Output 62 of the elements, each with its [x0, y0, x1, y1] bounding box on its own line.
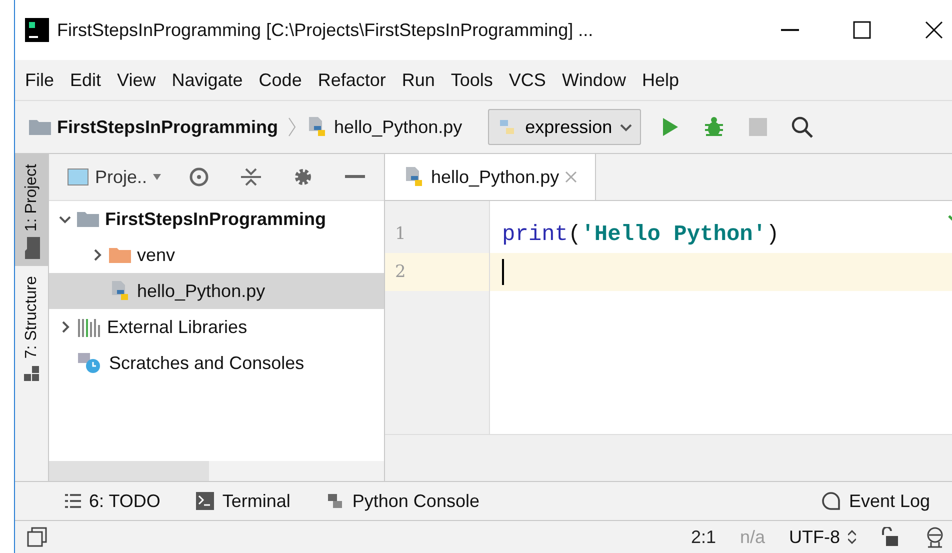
run-config-dropdown[interactable]: expression [488, 109, 642, 145]
menu-item[interactable]: Tools [442, 70, 501, 90]
breadcrumb[interactable]: FirstStepsInProgramming [25, 116, 282, 138]
play-icon[interactable] [661, 117, 680, 137]
collapse-icon[interactable] [241, 167, 262, 187]
encoding-selector[interactable]: UTF-8 [789, 526, 856, 548]
menu-item[interactable]: Refactor [310, 70, 394, 90]
scratch-console-icon [77, 352, 103, 374]
app-logo-icon [25, 18, 49, 42]
code-line: print('Hello Python') [501, 220, 780, 248]
menu-item[interactable]: Code [250, 70, 310, 90]
menu-item[interactable]: VCS [500, 70, 554, 90]
chevron-separator-icon [288, 117, 296, 137]
text-cursor [502, 259, 504, 285]
line-number: 1 [394, 223, 407, 246]
scrollbar-thumb[interactable] [49, 461, 209, 481]
breadcrumb[interactable]: hello_Python.py [302, 116, 466, 138]
menu-item[interactable]: Help [634, 70, 687, 90]
tree-item[interactable]: Scratches and Consoles [49, 345, 384, 381]
menu-item[interactable]: Window [554, 70, 634, 90]
terminal-icon [196, 492, 214, 510]
folder-icon [109, 247, 131, 263]
speech-bubble-icon [820, 491, 841, 511]
menu-item[interactable]: Edit [62, 70, 110, 90]
list-icon [65, 494, 81, 508]
unlock-icon[interactable] [880, 527, 900, 547]
folder-icon [29, 119, 51, 135]
tool-window-button[interactable]: Python Console [326, 490, 480, 512]
structure-icon [24, 366, 40, 382]
window-icon [67, 168, 89, 186]
python-file-icon [403, 166, 425, 188]
folder-icon [77, 211, 99, 227]
tree-item[interactable]: FirstStepsInProgramming [49, 201, 384, 237]
updown-icon [848, 530, 856, 544]
view-selector[interactable]: Proje.. [67, 166, 162, 188]
tool-window-button[interactable]: 6: TODO [65, 490, 160, 512]
panel-toggle-icon[interactable] [27, 527, 47, 547]
line-separator: n/a [740, 526, 765, 548]
tool-window-button[interactable]: Terminal [196, 490, 290, 512]
folder-icon [24, 236, 40, 259]
window-title: FirstStepsInProgramming [C:\Projects\FirstStepsInProgramming] ... [57, 20, 594, 40]
menu-item[interactable]: Run [394, 70, 443, 90]
menu-item[interactable]: Navigate [164, 70, 251, 90]
side-tab[interactable]: 1: Project [15, 154, 48, 266]
event-log-button[interactable]: Event Log [820, 490, 930, 512]
library-icon [77, 317, 101, 337]
crosshair-icon[interactable] [189, 167, 210, 187]
cursor-position[interactable]: 2:1 [690, 526, 716, 548]
line-number: 2 [385, 253, 489, 291]
tree-item[interactable]: venv [49, 237, 384, 273]
settings-icon[interactable] [293, 167, 314, 187]
menu-item[interactable]: File [17, 70, 62, 90]
maximize-icon[interactable] [853, 21, 871, 39]
caret-icon [153, 174, 162, 180]
minus-icon[interactable] [345, 175, 366, 179]
side-tab[interactable]: 7: Structure [15, 266, 48, 392]
close-icon[interactable] [925, 21, 943, 39]
menu-item[interactable]: View [109, 70, 164, 90]
tree-item[interactable]: External Libraries [49, 309, 384, 345]
editor-tab[interactable]: hello_Python.py [385, 154, 596, 200]
python-file-icon [109, 280, 131, 302]
tree-item[interactable]: hello_Python.py [49, 273, 384, 309]
